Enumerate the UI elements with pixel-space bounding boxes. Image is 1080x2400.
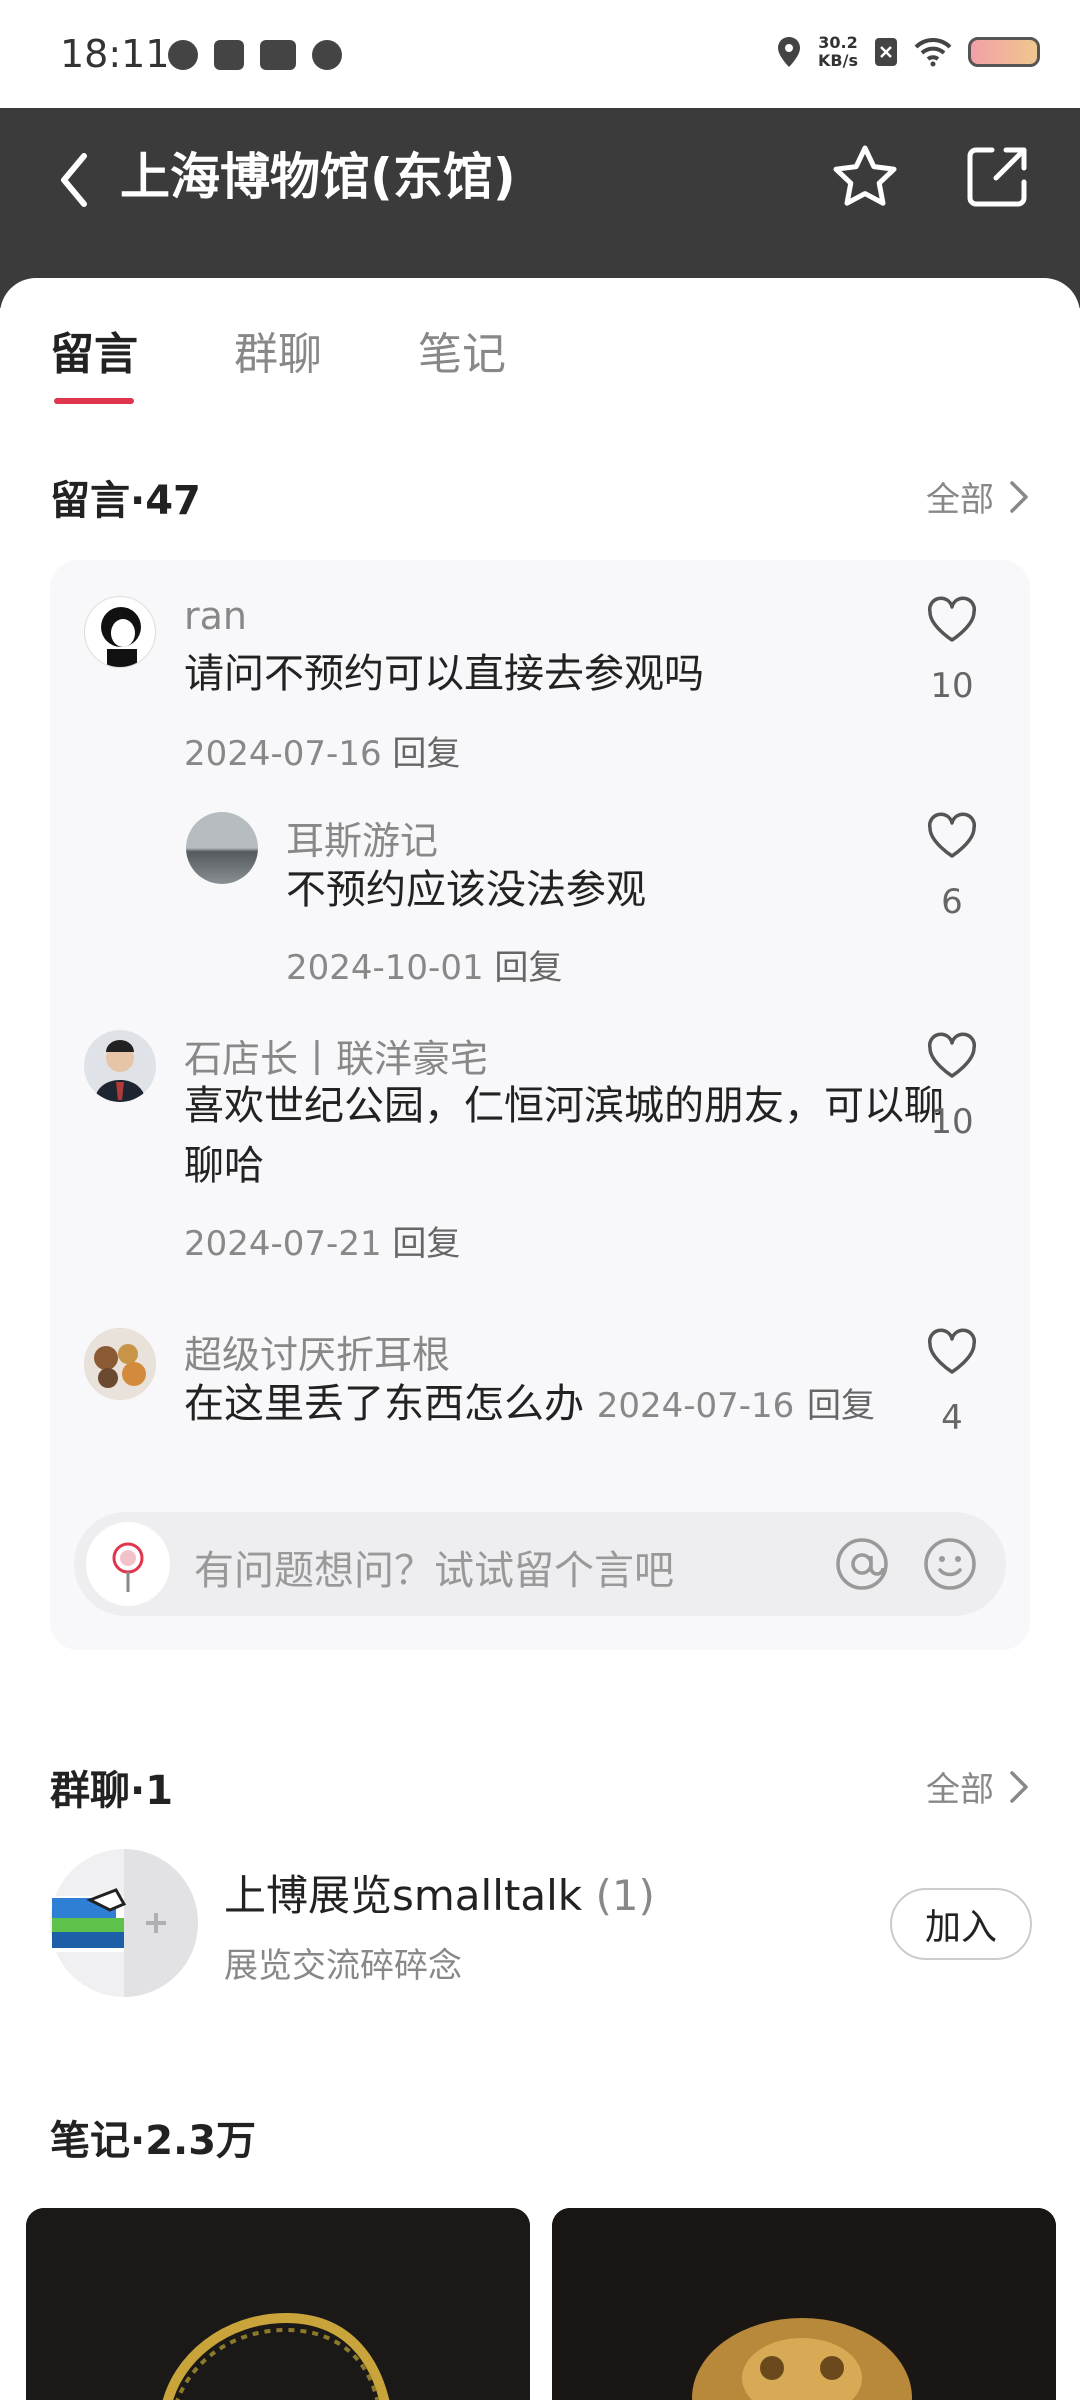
heart-icon[interactable]: [926, 812, 978, 860]
reply-link[interactable]: 回复: [807, 1386, 875, 1426]
avatar[interactable]: [84, 1030, 156, 1102]
avatar[interactable]: [186, 812, 258, 884]
tab-group-chat[interactable]: 群聊: [234, 318, 322, 382]
comments-card: ran 请问不预约可以直接去参观吗 2024-07-16 回复 10 耳斯游记 …: [50, 560, 1030, 1650]
comment-item: 石店长丨联洋豪宅 喜欢世纪公园，仁恒河滨城的朋友，可以聊聊哈 2024-07-2…: [50, 1020, 1030, 1290]
reply-link[interactable]: 回复: [392, 734, 460, 774]
like-count: 10: [930, 1102, 974, 1142]
upload-icon: [312, 40, 342, 70]
comment-text: 喜欢世纪公园，仁恒河滨城的朋友，可以聊聊哈: [184, 1083, 944, 1189]
like-count: 4: [941, 1398, 963, 1438]
emoji-icon[interactable]: [922, 1536, 978, 1592]
comment-input[interactable]: 有问题想问？试试留个言吧: [194, 1538, 674, 1596]
page-title: 上海博物馆(东馆): [120, 148, 516, 206]
comment-item: 超级讨厌折耳根 在这里丢了东西怎么办 2024-07-16 回复 4: [50, 1320, 1030, 1460]
speed-value: 30.2: [818, 33, 858, 52]
comment-text: 在这里丢了东西怎么办 2024-07-16 回复: [184, 1374, 875, 1436]
avatar[interactable]: [84, 1328, 156, 1400]
back-icon[interactable]: [48, 144, 108, 216]
chevron-right-icon: [1010, 1770, 1028, 1803]
group-view-all[interactable]: 全部: [926, 1762, 1030, 1811]
user-avatar: [86, 1522, 170, 1606]
comment-body: 在这里丢了东西怎么办: [184, 1381, 584, 1427]
comment-username[interactable]: 石店长丨联洋豪宅: [184, 1028, 488, 1083]
at-mention-icon[interactable]: [834, 1536, 890, 1592]
join-group-button[interactable]: 加入: [890, 1888, 1032, 1960]
reply-link[interactable]: 回复: [494, 948, 562, 988]
star-icon[interactable]: [830, 142, 900, 212]
comments-view-all[interactable]: 全部: [926, 472, 1030, 521]
share-icon[interactable]: [962, 142, 1032, 212]
chevron-right-icon: [1010, 480, 1028, 513]
note-card[interactable]: [26, 2208, 530, 2400]
group-name: 上博展览smalltalk (1): [224, 1862, 655, 1923]
comment-date: 2024-07-16: [184, 734, 382, 774]
location-icon: [778, 37, 801, 67]
view-all-label: 全部: [926, 480, 994, 520]
reply-link[interactable]: 回复: [392, 1224, 460, 1264]
comment-item: ran 请问不预约可以直接去参观吗 2024-07-16 回复 10: [50, 560, 1030, 780]
notes-title: 笔记·2.3万: [50, 2118, 257, 2164]
comment-username[interactable]: ran: [184, 594, 247, 638]
comment-text: 请问不预约可以直接去参观吗: [184, 651, 704, 697]
speed-unit: KB/s: [818, 51, 858, 70]
comment-username[interactable]: 耳斯游记: [286, 810, 438, 865]
heart-icon[interactable]: [926, 1328, 978, 1376]
group-name-text: 上博展览smalltalk: [224, 1871, 583, 1920]
view-all-label: 全部: [926, 1770, 994, 1810]
mail-icon: [214, 40, 244, 70]
lightbulb-icon: [168, 40, 198, 70]
like-count: 10: [930, 666, 974, 706]
avatar[interactable]: [84, 596, 156, 668]
note-image: [26, 2208, 530, 2400]
comment-date: 2024-10-01: [286, 948, 484, 988]
network-speed: 30.2 KB/s: [818, 34, 858, 70]
system-icons: 30.2 KB/s: [776, 34, 1040, 70]
comment-meta: 2024-07-21 回复: [184, 1216, 460, 1265]
status-bar: 18:11 30.2 KB/s: [0, 0, 1080, 108]
group-chat-item[interactable]: 上博展览smalltalk (1) 展览交流碎碎念 加入: [50, 1848, 1032, 1998]
group-avatar: [50, 1848, 198, 1998]
sim-off-icon: [875, 38, 897, 66]
heart-icon[interactable]: [926, 596, 978, 644]
wifi-icon: [914, 37, 952, 67]
comment-text: 不预约应该没法参观: [286, 867, 646, 913]
tab-bar: 留言 群聊 笔记: [50, 318, 506, 404]
status-time: 18:11: [60, 32, 170, 76]
notes-section-header: 笔记·2.3万: [50, 2108, 1030, 2168]
comment-date: 2024-07-16: [596, 1386, 795, 1426]
reply-item: 耳斯游记 不预约应该没法参观 2024-10-01 回复 6: [50, 780, 1030, 1000]
group-member-count: (1): [595, 1871, 655, 1920]
comment-meta: 2024-10-01 回复: [286, 940, 562, 989]
comments-title: 留言·47: [50, 478, 201, 524]
group-section-header: 群聊·1 全部: [50, 1758, 1030, 1818]
content-panel: 留言 群聊 笔记 留言·47 全部 ran 请问不预约可以直接去参观吗 2024…: [0, 278, 1080, 2400]
group-title: 群聊·1: [50, 1768, 174, 1814]
comment-input-bar[interactable]: 有问题想问？试试留个言吧: [74, 1512, 1006, 1616]
tab-notes[interactable]: 笔记: [418, 318, 506, 382]
comments-section-header: 留言·47 全部: [50, 468, 1030, 528]
tab-comments[interactable]: 留言: [50, 318, 138, 404]
note-image: [552, 2208, 1056, 2400]
group-description: 展览交流碎碎念: [224, 1946, 462, 1986]
comment-username[interactable]: 超级讨厌折耳根: [184, 1324, 450, 1379]
heart-icon[interactable]: [926, 1032, 978, 1080]
notification-icons: [168, 40, 342, 70]
note-card[interactable]: [552, 2208, 1056, 2400]
vivo-icon: [260, 40, 296, 70]
like-count: 6: [941, 882, 963, 922]
comment-meta: 2024-07-16 回复: [184, 726, 460, 775]
notes-grid: [26, 2208, 1056, 2400]
comment-date: 2024-07-21: [184, 1224, 382, 1264]
battery-icon: [968, 37, 1040, 67]
